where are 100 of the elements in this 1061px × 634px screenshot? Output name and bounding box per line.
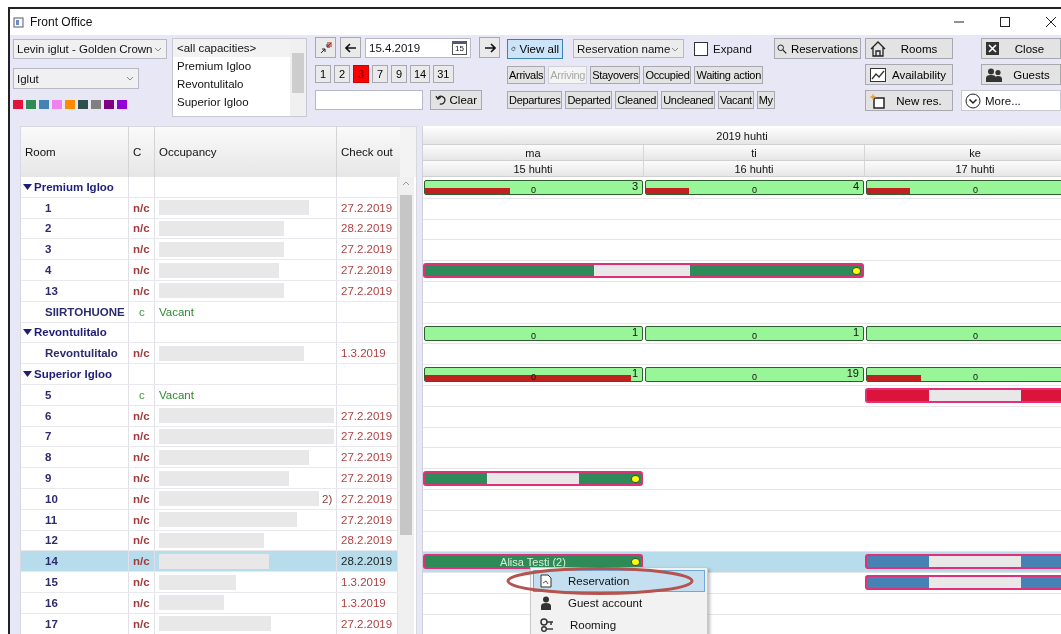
rooms-button[interactable]: Rooms: [865, 38, 953, 59]
clean-status: n/c: [133, 430, 150, 443]
room-name: SIIRTOHUONE: [44, 305, 125, 318]
scrollbar[interactable]: [398, 177, 414, 634]
room-count: 19: [846, 368, 859, 380]
availability-button[interactable]: Availability: [865, 64, 953, 85]
free-count: 0: [973, 372, 978, 382]
room-name: 3: [44, 243, 52, 256]
color-swatch[interactable]: [78, 100, 88, 109]
reservation-bar[interactable]: [865, 387, 1061, 403]
filter-button[interactable]: Cleaned: [615, 90, 659, 109]
clean-status: n/c: [133, 576, 150, 589]
menu-item[interactable]: Rooming: [533, 614, 705, 634]
room-name: 11: [44, 513, 58, 526]
capacity-list[interactable]: <all capacities> Premium Igloo Revontulitalo Superior Igloo: [172, 38, 307, 117]
capacity-item[interactable]: Revontulitalo: [173, 75, 290, 93]
search-field[interactable]: [315, 89, 423, 110]
date-header: 16 huhti: [644, 161, 865, 177]
color-swatch[interactable]: [104, 100, 114, 109]
expand-checkbox[interactable]: Expand: [694, 41, 752, 56]
clean-status: n/c: [133, 222, 150, 235]
day-range-button[interactable]: 2: [334, 64, 350, 83]
reservation-bar[interactable]: [865, 575, 1061, 591]
check-out-date: 28.2.2019: [341, 222, 393, 235]
color-swatch[interactable]: [26, 100, 36, 109]
column-header[interactable]: Room: [21, 127, 129, 177]
check-out-date: 27.2.2019: [341, 617, 393, 630]
scrollbar[interactable]: [290, 39, 306, 116]
scroll-up-icon[interactable]: [402, 181, 410, 186]
availability-cell[interactable]: 0 3: [424, 180, 643, 195]
color-swatch[interactable]: [13, 100, 23, 109]
collapse-icon: [318, 40, 333, 55]
day-range-button[interactable]: 9: [391, 64, 407, 83]
check-out-date: 27.2.2019: [341, 513, 393, 526]
capacity-item[interactable]: <all capacities>: [173, 39, 290, 57]
availability-cell[interactable]: 0: [866, 325, 1061, 341]
day-range-button[interactable]: 14: [410, 64, 431, 83]
close-icon[interactable]: [1045, 16, 1057, 28]
color-swatch[interactable]: [39, 100, 49, 109]
filter-button[interactable]: Uncleaned: [661, 90, 716, 109]
guests-button[interactable]: Guests: [981, 64, 1061, 85]
reservation-bar[interactable]: [644, 263, 864, 279]
window-title: Front Office: [30, 15, 93, 29]
filter-button[interactable]: Waiting action: [694, 65, 763, 84]
caret-icon[interactable]: [23, 370, 32, 379]
filter-button[interactable]: My: [756, 90, 775, 109]
availability-cell[interactable]: 0: [866, 180, 1061, 195]
calendar-icon[interactable]: 15: [452, 40, 467, 55]
property-select[interactable]: Levin iglut - Golden Crown: [13, 39, 167, 59]
house-icon: [870, 40, 886, 57]
maximize-icon[interactable]: [999, 16, 1011, 28]
day-range-button[interactable]: 1: [315, 64, 331, 83]
menu-item[interactable]: Guest account: [533, 592, 705, 614]
new-reservation-button[interactable]: New res.: [865, 90, 953, 111]
date-field[interactable]: 15.4.2019 15: [365, 37, 471, 58]
filter-button[interactable]: Departed: [565, 90, 613, 109]
caret-icon[interactable]: [23, 328, 32, 337]
clean-status: n/c: [133, 513, 150, 526]
previous-button[interactable]: [340, 37, 361, 58]
type-select[interactable]: Iglut: [13, 68, 139, 89]
reservations-button[interactable]: Reservations: [774, 38, 861, 59]
availability-cell[interactable]: 0 1: [645, 325, 864, 341]
capacity-item[interactable]: Premium Igloo: [173, 57, 290, 75]
filter-button[interactable]: Stayovers: [590, 65, 641, 84]
room-name: 13: [44, 284, 58, 297]
next-button[interactable]: [479, 37, 500, 58]
day-range-button[interactable]: 7: [372, 64, 388, 83]
day-range-button[interactable]: 31: [433, 64, 454, 83]
availability-cell[interactable]: 0 4: [645, 180, 864, 195]
collapse-button[interactable]: [315, 37, 336, 58]
capacity-item[interactable]: Superior Igloo: [173, 93, 290, 111]
caret-icon[interactable]: [23, 182, 32, 191]
arrow-left-icon: [344, 42, 357, 53]
reservation-bar[interactable]: [423, 471, 643, 487]
check-out-date: 27.2.2019: [341, 201, 393, 214]
reservation-bar[interactable]: [423, 263, 644, 279]
color-swatch[interactable]: [65, 100, 75, 109]
column-header[interactable]: C: [129, 127, 155, 177]
filter-button[interactable]: Vacant: [718, 90, 754, 109]
availability-cell[interactable]: 0 19: [645, 367, 864, 383]
close-icon: [986, 42, 999, 55]
clear-button[interactable]: Clear: [430, 89, 482, 110]
sort-select[interactable]: Reservation name: [573, 39, 684, 58]
availability-cell[interactable]: 0: [866, 367, 1061, 383]
color-swatch[interactable]: [91, 100, 101, 109]
close-button[interactable]: Close: [981, 38, 1061, 59]
column-header[interactable]: Check out: [337, 127, 398, 177]
reservation-bar[interactable]: [865, 554, 1061, 570]
weekday-header: ma: [423, 145, 644, 161]
color-swatch[interactable]: [117, 100, 127, 109]
more-dropdown[interactable]: More...: [961, 90, 1061, 111]
filter-button[interactable]: Departures: [507, 90, 563, 109]
view-all-button[interactable]: View all: [507, 38, 563, 59]
color-swatch[interactable]: [52, 100, 62, 109]
availability-cell[interactable]: 0 1: [424, 325, 643, 341]
filter-button[interactable]: Occupied: [643, 65, 692, 84]
availability-cell[interactable]: 0 1: [424, 367, 643, 383]
clean-status: c: [138, 388, 145, 401]
filter-button[interactable]: Arrivals: [507, 65, 546, 84]
column-header[interactable]: Occupancy: [155, 127, 337, 177]
